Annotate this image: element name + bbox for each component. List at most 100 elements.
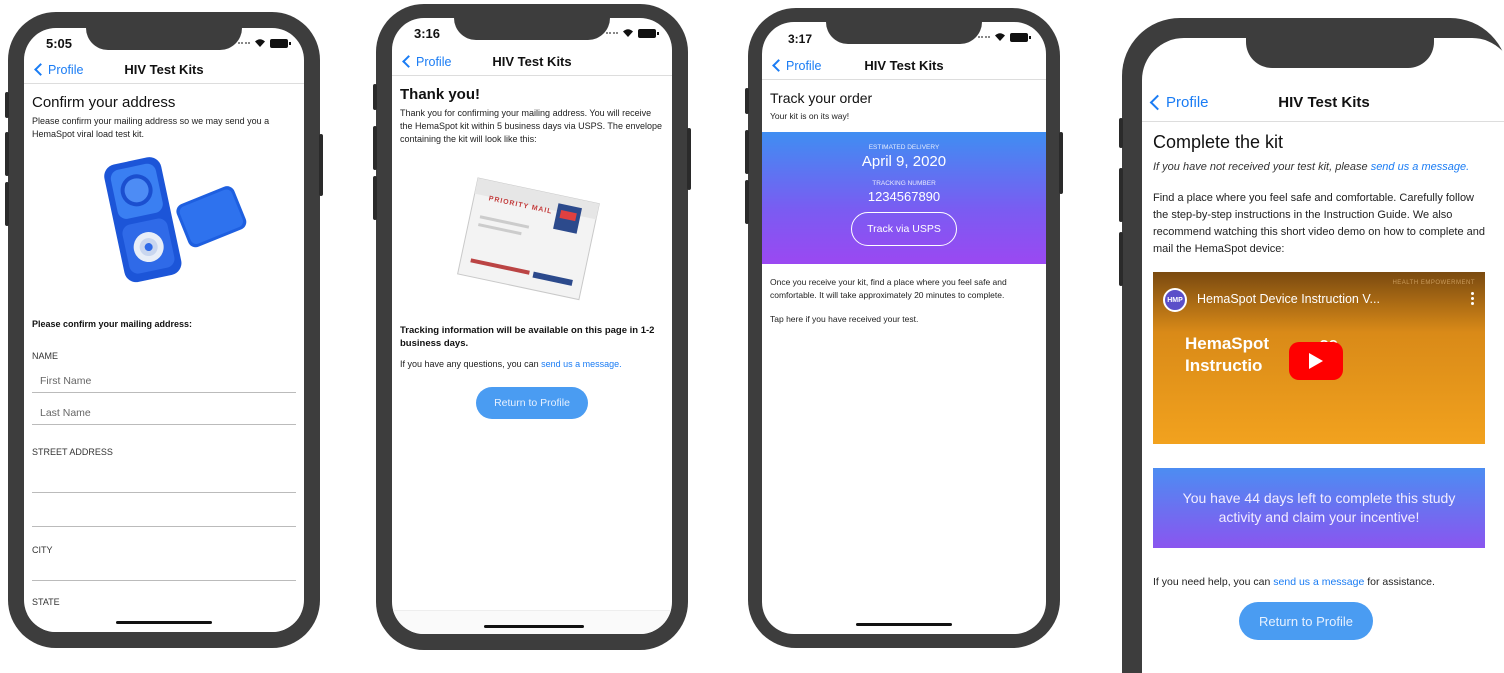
volume-button — [1119, 232, 1123, 286]
help-message-link[interactable]: send us a message — [1273, 576, 1364, 588]
home-indicator[interactable] — [116, 621, 212, 624]
instructions-text: Once you receive your kit, find a place … — [770, 277, 1007, 300]
street-address-input-1[interactable] — [32, 473, 296, 493]
back-label: Profile — [1166, 94, 1209, 111]
status-time: 3:17 — [788, 32, 813, 46]
back-button[interactable]: Profile — [762, 59, 821, 73]
nav-bar: Profile HIV Test Kits — [24, 56, 304, 84]
nav-bar: Profile HIV Test Kits — [392, 48, 672, 76]
video-title: HemaSpot Device Instruction V... — [1197, 292, 1380, 306]
home-indicator[interactable] — [856, 623, 952, 626]
questions-text: If you have any questions, you can send … — [400, 358, 664, 371]
help-suffix: for assistance. — [1364, 576, 1435, 588]
help-text: If you need help, you can send us a mess… — [1153, 576, 1502, 588]
back-button[interactable]: Profile — [1142, 94, 1209, 111]
video-overlay-line1-head: HemaSpot — [1185, 334, 1270, 353]
chevron-left-icon — [1149, 94, 1166, 111]
street-address-input-2[interactable] — [32, 507, 296, 527]
delivery-date: April 9, 2020 — [861, 153, 947, 170]
back-button[interactable]: Profile — [392, 55, 451, 69]
volume-button — [373, 126, 377, 170]
send-message-link[interactable]: send us a message. — [541, 359, 622, 369]
page-title: Track your order — [770, 90, 873, 106]
bottom-bar — [392, 610, 672, 634]
volume-button — [1119, 118, 1123, 148]
notch — [86, 28, 242, 50]
home-indicator[interactable] — [484, 625, 584, 628]
screen-thank-you: 3:16 Profile HIV Test Kits Thank you! Th… — [392, 18, 672, 634]
back-label: Profile — [416, 54, 452, 69]
back-label: Profile — [48, 62, 84, 77]
city-label: CITY — [32, 545, 53, 555]
received-test-link[interactable]: Tap here if you have received your test. — [770, 313, 1038, 326]
video-channel-badge: HMP — [1163, 288, 1187, 312]
envelope-icon — [457, 177, 600, 301]
complete-kit-content: Complete the kit If you have not receive… — [1142, 132, 1504, 640]
volume-button — [373, 176, 377, 220]
status-icons — [978, 32, 1031, 42]
section-label: Please confirm your mailing address: — [32, 319, 193, 329]
status-icons — [606, 28, 659, 38]
not-received-text: If you have not received your test kit, … — [1153, 159, 1483, 176]
battery-icon — [638, 28, 659, 38]
delivery-panel: ESTIMATED DELIVERY April 9, 2020 TRACKIN… — [762, 132, 1046, 264]
status-time: 3:16 — [414, 26, 441, 41]
volume-button — [745, 88, 749, 114]
video-player[interactable]: HMP HemaSpot Device Instruction V... HEA… — [1153, 272, 1485, 444]
signal-dots-icon — [978, 35, 990, 39]
chevron-left-icon — [34, 63, 47, 76]
volume-button — [5, 132, 9, 176]
city-input[interactable] — [32, 561, 296, 581]
signal-dots-icon — [606, 31, 618, 35]
kit-on-way-text: Your kit is on its way! — [770, 111, 850, 121]
wifi-icon — [623, 29, 633, 37]
tracking-number: 1234567890 — [867, 189, 941, 204]
page-title: Thank you! — [400, 86, 481, 103]
questions-prefix: If you have any questions, you can — [400, 359, 542, 369]
power-button — [1059, 132, 1063, 194]
thank-you-text: Thank you for confirming your mailing ad… — [400, 108, 662, 144]
street-address-label: STREET ADDRESS — [32, 447, 113, 457]
screen-confirm-address: 5:05 Profile HIV Test Kits Confirm your … — [24, 28, 304, 632]
track-body: Once you receive your kit, find a place … — [762, 276, 1046, 326]
chevron-left-icon — [402, 55, 415, 68]
last-name-input[interactable]: Last Name — [32, 407, 296, 425]
video-badge-text: HMP — [1167, 296, 1183, 304]
kit-image — [32, 149, 296, 309]
page-title: Confirm your address — [32, 94, 176, 111]
volume-button — [745, 130, 749, 174]
more-vertical-icon[interactable] — [1471, 292, 1475, 305]
nav-bar: Profile HIV Test Kits — [1142, 84, 1504, 122]
chevron-left-icon — [772, 59, 785, 72]
not-received-prefix: If you have not received your test kit, … — [1153, 161, 1371, 173]
volume-button — [5, 92, 9, 118]
delivery-label: ESTIMATED DELIVERY — [868, 144, 940, 151]
send-message-link[interactable]: send us a message. — [1371, 161, 1469, 173]
help-prefix: If you need help, you can — [1153, 576, 1274, 588]
video-watermark: HEALTH EMPOWERMENT — [1392, 280, 1475, 286]
name-label: NAME — [32, 351, 59, 361]
return-to-profile-button[interactable]: Return to Profile — [476, 387, 588, 419]
back-button[interactable]: Profile — [24, 63, 83, 77]
power-button — [319, 134, 323, 196]
video-overlay-line2-head: Instructio — [1185, 356, 1263, 375]
phone-frame-4: Profile HIV Test Kits Complete the kit I… — [1119, 18, 1504, 673]
play-button[interactable] — [1289, 342, 1343, 380]
power-button — [687, 128, 691, 190]
volume-button — [5, 182, 9, 226]
track-via-usps-button[interactable]: Track via USPS — [851, 212, 957, 246]
phone-frame-3: 3:17 Profile HIV Test Kits Track your or… — [745, 8, 1063, 648]
instructions-text: Find a place where you feel safe and com… — [1153, 192, 1486, 255]
return-to-profile-button[interactable]: Return to Profile — [1239, 602, 1373, 640]
phone-frame-2: 3:16 Profile HIV Test Kits Thank you! Th… — [373, 4, 691, 650]
notch — [454, 18, 610, 40]
battery-icon — [1010, 32, 1031, 42]
first-name-input[interactable]: First Name — [32, 375, 296, 393]
hemaspot-kit-icon — [104, 157, 247, 283]
volume-button — [745, 180, 749, 224]
incentive-text: You have 44 days left to complete this s… — [1182, 490, 1456, 525]
state-label: STATE — [32, 597, 60, 607]
incentive-banner: You have 44 days left to complete this s… — [1153, 468, 1485, 548]
notch — [1246, 38, 1434, 68]
screen-complete-kit: Profile HIV Test Kits Complete the kit I… — [1142, 38, 1504, 673]
